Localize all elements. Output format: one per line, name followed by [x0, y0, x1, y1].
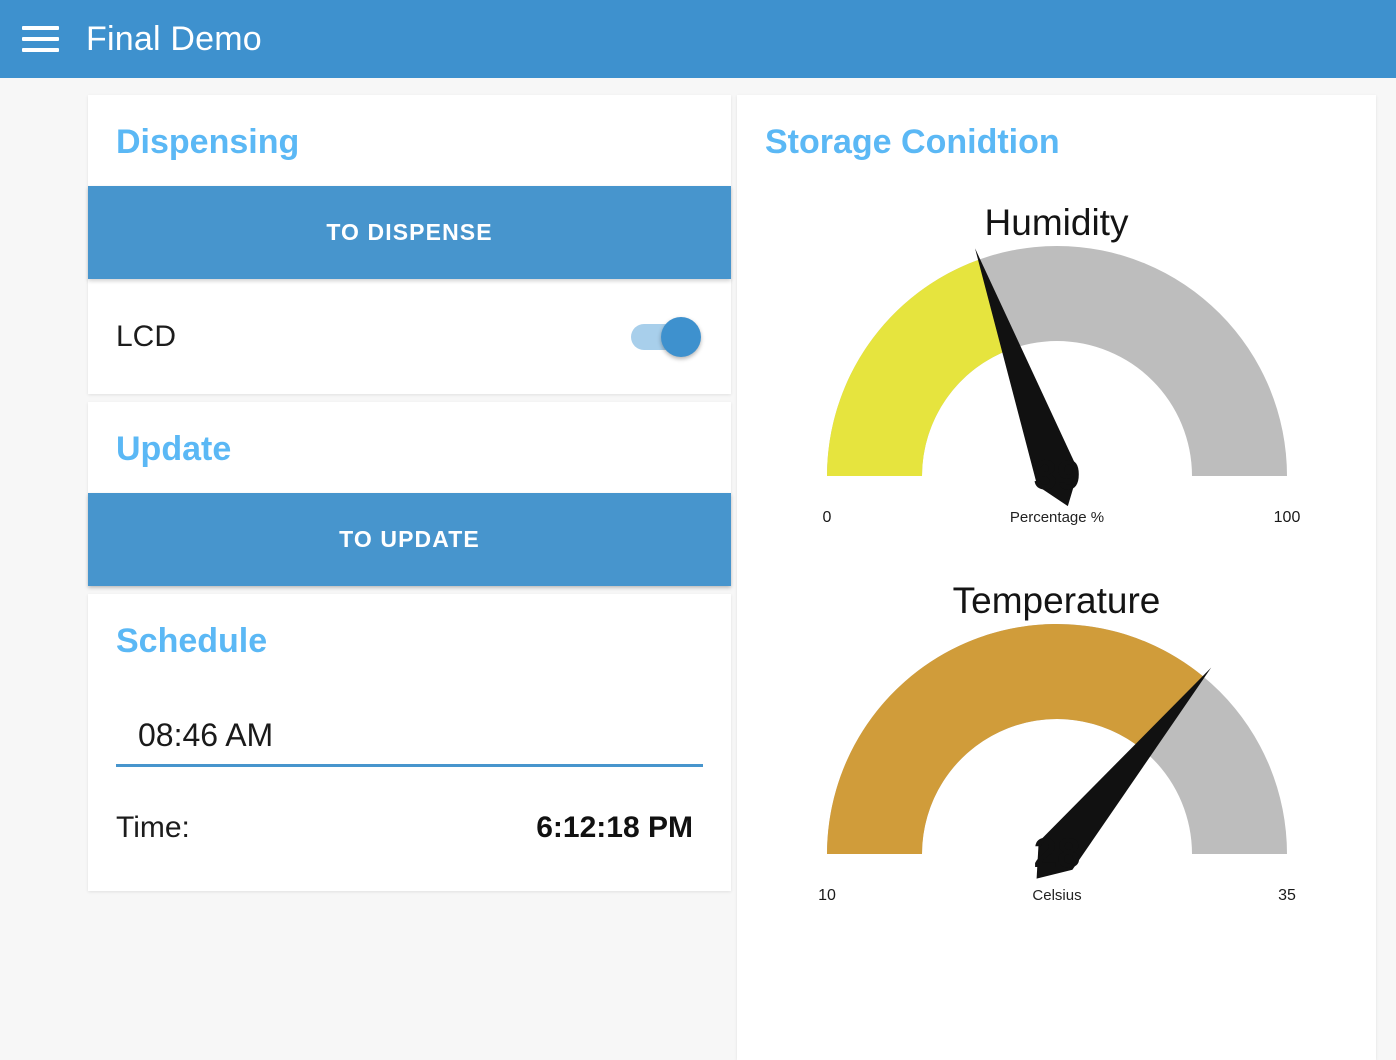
left-column: Dispensing TO DISPENSE LCD Update TO UPD…: [88, 95, 731, 892]
dispensing-card: Dispensing TO DISPENSE LCD: [88, 95, 731, 395]
schedule-input-row: [88, 661, 731, 768]
to-update-button[interactable]: TO UPDATE: [88, 493, 731, 587]
temperature-gauge-block: Temperature 28 Celsius 10 35: [737, 580, 1376, 922]
temperature-gauge-title: Temperature: [952, 580, 1161, 622]
temperature-gauge-svg: 28 Celsius 10 35: [818, 624, 1296, 904]
current-time-row: Time: 6:12:18 PM: [88, 767, 731, 891]
humidity-gauge-value-arc: [826, 259, 1011, 477]
hamburger-bar: [21, 48, 59, 52]
lcd-toggle-switch[interactable]: [631, 316, 701, 357]
humidity-gauge-min-tick: 0: [822, 509, 831, 526]
humidity-gauge-value-text: 39: [1033, 451, 1080, 498]
temperature-gauge-min-tick: 10: [818, 887, 836, 904]
temperature-gauge-value-text: 28: [1033, 829, 1080, 876]
page-body: Dispensing TO DISPENSE LCD Update TO UPD…: [0, 78, 1396, 1060]
app-header: Final Demo: [0, 0, 1396, 78]
storage-condition-card: Storage Conidtion Humidity 39 Percentage…: [737, 95, 1376, 1060]
hamburger-bar: [21, 37, 59, 41]
hamburger-menu-icon[interactable]: [18, 17, 62, 61]
schedule-time-input[interactable]: [116, 717, 703, 768]
temperature-gauge-canvas: 28 Celsius 10 35: [737, 622, 1376, 922]
toggle-thumb: [661, 316, 701, 357]
humidity-gauge-block: Humidity 39 Percentage % 0 100: [737, 202, 1376, 544]
humidity-gauge-svg: 39 Percentage % 0 100: [822, 246, 1300, 526]
schedule-heading: Schedule: [116, 622, 268, 661]
humidity-gauge-canvas: 39 Percentage % 0 100: [737, 244, 1376, 544]
humidity-gauge-max-tick: 100: [1273, 509, 1300, 526]
temperature-gauge-max-tick: 35: [1278, 887, 1296, 904]
schedule-card: Schedule Time: 6:12:18 PM: [88, 594, 731, 892]
update-card: Update TO UPDATE: [88, 402, 731, 587]
update-button-wrap: TO UPDATE: [88, 469, 731, 587]
time-value: 6:12:18 PM: [536, 811, 693, 845]
humidity-gauge-title: Humidity: [984, 202, 1129, 244]
dispensing-heading: Dispensing: [116, 123, 300, 161]
lcd-toggle-row: LCD: [88, 279, 731, 394]
lcd-label: LCD: [116, 319, 177, 353]
dispense-button-wrap: TO DISPENSE: [88, 162, 731, 280]
storage-condition-heading: Storage Conidtion: [765, 123, 1060, 161]
app-title: Final Demo: [86, 19, 262, 58]
temperature-gauge-unit-text: Celsius: [1032, 887, 1081, 904]
to-dispense-button[interactable]: TO DISPENSE: [88, 186, 731, 280]
humidity-gauge-unit-text: Percentage %: [1009, 509, 1103, 526]
time-label: Time:: [116, 811, 190, 845]
update-heading: Update: [116, 430, 232, 469]
hamburger-bar: [21, 26, 59, 30]
